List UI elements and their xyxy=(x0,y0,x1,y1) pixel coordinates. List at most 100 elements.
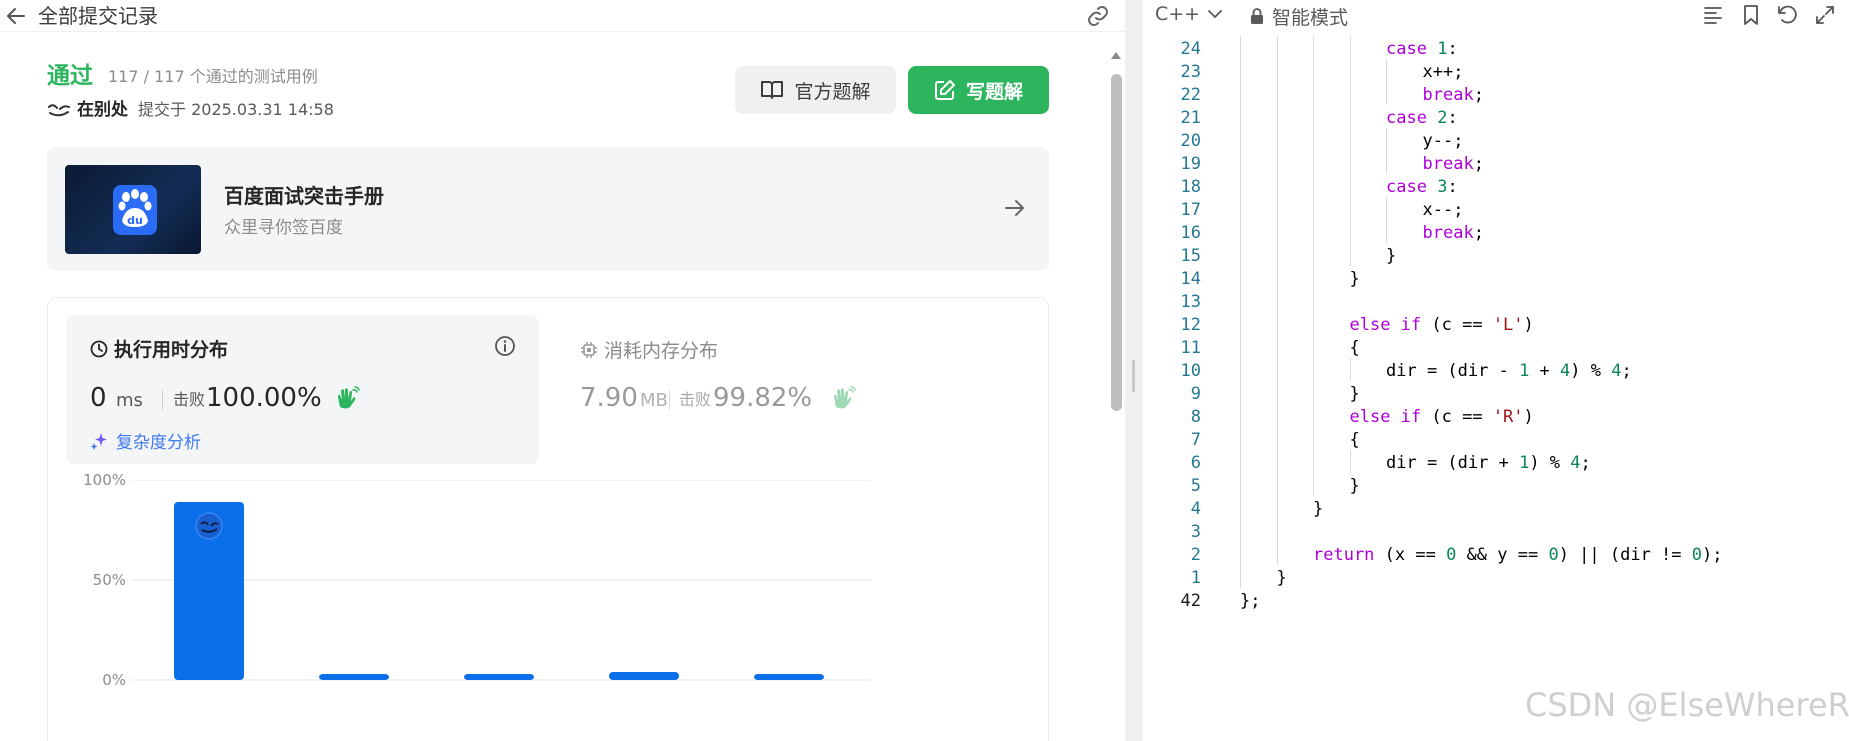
indent-guide xyxy=(1386,128,1387,151)
indent-guide xyxy=(1276,519,1278,542)
indent-guide xyxy=(1386,220,1387,243)
author-name[interactable]: 在别处 xyxy=(77,98,128,122)
chart-bar[interactable] xyxy=(754,674,824,680)
author-avatar-icon xyxy=(48,104,70,117)
indent-guide xyxy=(1313,473,1314,496)
runtime-value: 0 xyxy=(90,383,107,413)
code-text: }; xyxy=(1240,591,1261,611)
indent-guide xyxy=(1313,82,1314,105)
indent-guide xyxy=(1313,404,1314,427)
runtime-title: 执行用时分布 xyxy=(90,335,228,362)
indent-guide xyxy=(1276,59,1278,82)
indent-guide xyxy=(1240,220,1241,243)
indent-guide xyxy=(1276,174,1278,197)
memory-beat-value: 99.82% xyxy=(713,383,813,413)
indent-guide xyxy=(1349,105,1351,128)
indent-guide xyxy=(1240,473,1241,496)
divider xyxy=(669,390,670,410)
indent-guide xyxy=(1386,197,1387,220)
link-icon[interactable] xyxy=(1085,4,1111,28)
chart-bar[interactable] xyxy=(609,672,679,680)
language-select[interactable]: C++ xyxy=(1155,3,1223,25)
submit-time: 提交于 2025.03.31 14:58 xyxy=(138,100,334,119)
bookmark-icon[interactable] xyxy=(1739,3,1763,27)
arrow-right-icon xyxy=(1005,200,1024,216)
indent-guide xyxy=(1276,473,1278,496)
indent-guide xyxy=(1276,197,1278,220)
status-accepted: 通过 xyxy=(47,63,93,89)
indent-guide xyxy=(1240,128,1241,151)
undo-icon[interactable] xyxy=(1775,3,1799,27)
smart-mode-toggle[interactable]: 智能模式 xyxy=(1250,3,1348,30)
write-solution-button[interactable]: 写题解 xyxy=(908,66,1049,114)
indent-guide xyxy=(1349,36,1351,59)
code-editor[interactable]: 24 case 1: 23 x++; 22 break; 21 case 2: 20 y--; 19… xyxy=(1143,36,1849,741)
indent-guide xyxy=(1276,358,1278,381)
runtime-beat-value: 100.00% xyxy=(206,383,322,413)
format-align-icon[interactable] xyxy=(1701,3,1725,27)
indent-guide xyxy=(1240,82,1241,105)
scrollbar-thumb[interactable] xyxy=(1111,74,1122,411)
official-solution-button[interactable]: 官方题解 xyxy=(735,66,896,114)
indent-guide xyxy=(1276,542,1278,565)
complexity-label: 复杂度分析 xyxy=(116,433,201,453)
memory-title[interactable]: 消耗内存分布 xyxy=(580,336,718,363)
info-icon[interactable] xyxy=(493,334,517,358)
indent-guide xyxy=(1313,243,1314,266)
indent-guide xyxy=(1313,36,1314,59)
indent-guide xyxy=(1276,266,1278,289)
indent-guide xyxy=(1240,59,1241,82)
indent-guide xyxy=(1313,312,1314,335)
code-line[interactable]: 42}; xyxy=(1143,588,1849,615)
arrow-left-icon[interactable] xyxy=(4,4,28,28)
promo-banner[interactable]: du 百度面试突击手册 众里寻你签百度 xyxy=(47,147,1049,271)
indent-guide xyxy=(1313,174,1314,197)
indent-guide xyxy=(1276,151,1278,174)
indent-guide xyxy=(1240,197,1241,220)
indent-guide xyxy=(1240,335,1241,358)
indent-guide xyxy=(1349,174,1351,197)
chart-bar[interactable] xyxy=(319,674,389,680)
runtime-panel[interactable]: 执行用时分布 0 ms 击败 100.00% 复杂度分析 xyxy=(66,315,539,464)
chevron-down-icon xyxy=(1208,10,1223,19)
indent-guide xyxy=(1240,36,1241,59)
all-submissions-link[interactable]: 全部提交记录 xyxy=(38,4,158,28)
indent-guide xyxy=(1349,151,1351,174)
editor-toolbar: C++ 智能模式 xyxy=(1143,0,1849,32)
indent-guide xyxy=(1276,450,1278,473)
indent-guide xyxy=(1276,289,1278,312)
indent-guide xyxy=(1240,289,1241,312)
resize-handle[interactable] xyxy=(1132,360,1135,392)
indent-guide xyxy=(1240,312,1241,335)
indent-guide xyxy=(1313,381,1314,404)
indent-guide xyxy=(1240,519,1241,542)
expand-icon[interactable] xyxy=(1813,3,1837,27)
stats-card: 执行用时分布 0 ms 击败 100.00% 复杂度分析 消耗内存分布 7.90… xyxy=(47,297,1049,741)
complexity-analysis-link[interactable]: 复杂度分析 xyxy=(90,428,201,453)
indent-guide xyxy=(1349,243,1351,266)
indent-guide xyxy=(1276,404,1278,427)
indent-guide xyxy=(1313,220,1314,243)
mode-label: 智能模式 xyxy=(1272,7,1349,29)
indent-guide xyxy=(1240,496,1241,519)
indent-guide xyxy=(1313,59,1314,82)
language-label: C++ xyxy=(1155,3,1201,25)
chart-bar[interactable] xyxy=(464,674,534,680)
watermark: CSDN @ElseWhereR xyxy=(1525,686,1849,724)
sparkle-icon xyxy=(90,432,107,450)
scroll-up-icon[interactable] xyxy=(1110,50,1122,60)
indent-guide xyxy=(1349,358,1351,381)
clap-hands-icon xyxy=(338,386,360,409)
indent-guide xyxy=(1313,289,1314,312)
logo-text: du xyxy=(127,214,143,227)
indent-guide xyxy=(1240,243,1241,266)
write-solution-label: 写题解 xyxy=(965,80,1023,103)
paw-icon: du xyxy=(118,189,152,227)
indent-guide xyxy=(1313,335,1314,358)
indent-guide xyxy=(1240,404,1241,427)
indent-guide xyxy=(1313,450,1314,473)
promo-title: 百度面试突击手册 xyxy=(224,184,384,208)
indent-guide xyxy=(1349,82,1351,105)
runtime-unit: ms xyxy=(116,390,143,411)
clock-icon xyxy=(90,340,108,357)
